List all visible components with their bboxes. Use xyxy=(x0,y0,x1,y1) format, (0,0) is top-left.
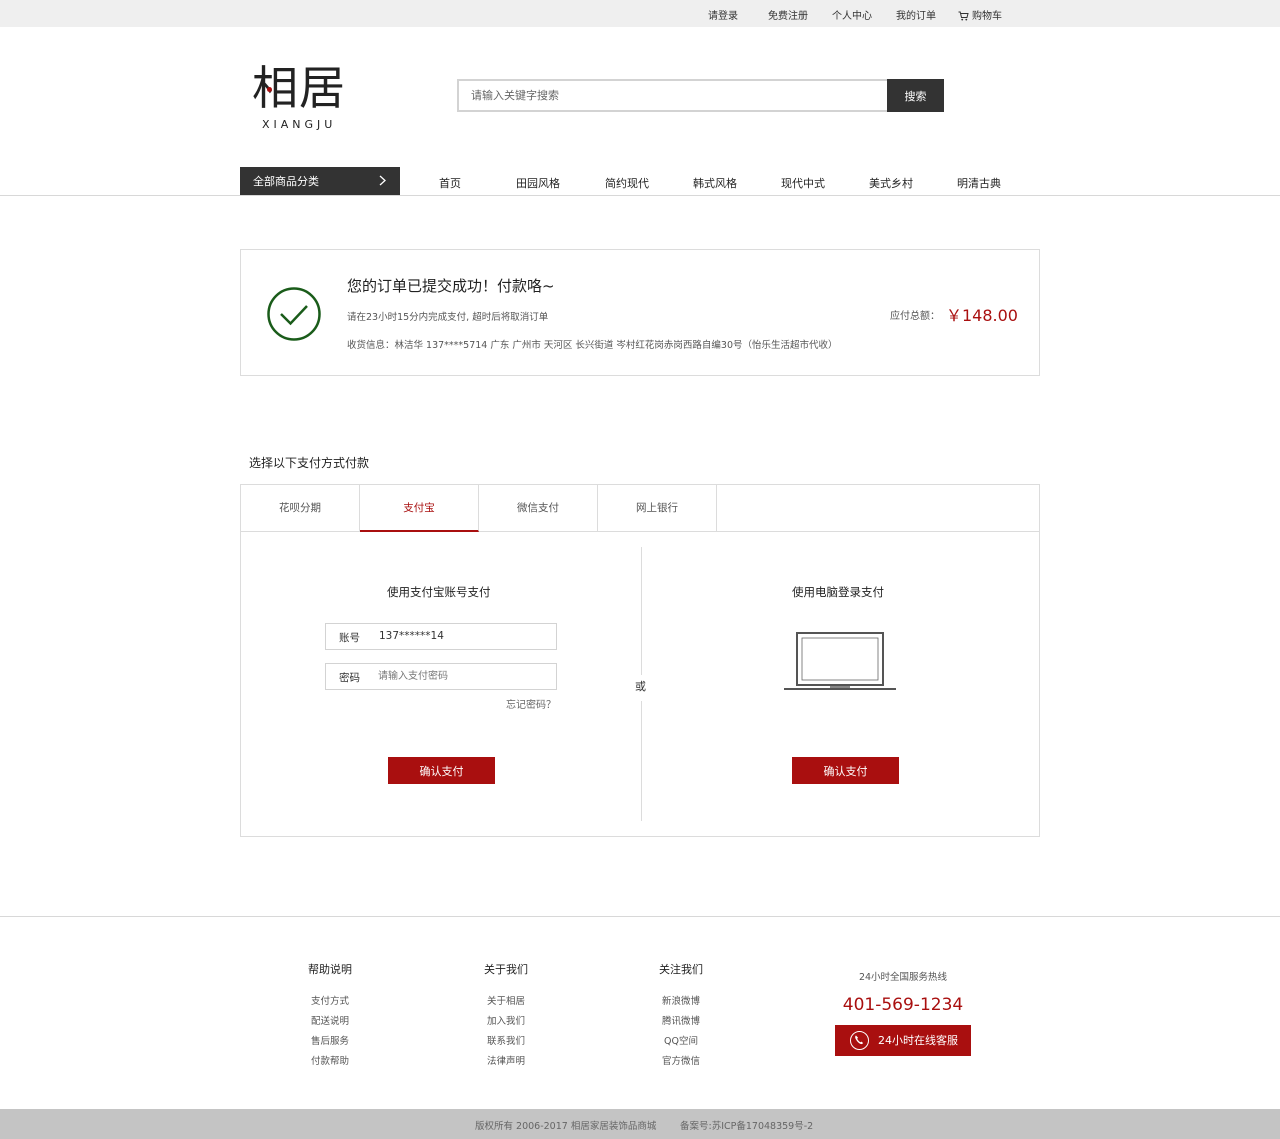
online-service-label: 24小时在线客服 xyxy=(878,1034,958,1047)
confirm-pay-button-account[interactable]: 确认支付 xyxy=(388,757,495,784)
footer: 帮助说明 支付方式 配送说明 售后服务 付款帮助 关于我们 关于相居 加入我们 … xyxy=(0,916,1280,1110)
online-service-button[interactable]: 24小时在线客服 xyxy=(835,1025,971,1056)
copyright-text: 版权所有 2006-2017 相居家居装饰品商城 xyxy=(475,1121,657,1132)
computer-login-title: 使用电脑登录支付 xyxy=(792,585,884,599)
login-link[interactable]: 请登录 xyxy=(708,7,738,22)
order-success-panel: 您的订单已提交成功！付款咯~ 请在23小时15分内完成支付, 超时后将取消订单 … xyxy=(240,249,1040,376)
nav-divider xyxy=(0,195,1280,196)
my-orders-link[interactable]: 我的订单 xyxy=(896,7,936,22)
amount-label: 应付总额： xyxy=(890,311,940,322)
confirm-pay-button-computer[interactable]: 确认支付 xyxy=(792,757,899,784)
shipping-address: 收货信息：林洁华 137****5714 广东 广州市 天河区 长兴街道 岑村红… xyxy=(347,340,838,351)
divider xyxy=(641,701,642,821)
password-input[interactable] xyxy=(378,666,548,687)
tab-wechat-pay[interactable]: 微信支付 xyxy=(479,485,598,531)
nav-item-home[interactable]: 首页 xyxy=(439,175,461,191)
personal-center-link[interactable]: 个人中心 xyxy=(832,7,872,22)
account-field[interactable]: 账号 137******14 xyxy=(325,623,557,650)
cart-label: 购物车 xyxy=(972,11,1002,22)
footer-follow-column: 关注我们 新浪微博 腾讯微博 QQ空间 官方微信 xyxy=(631,961,731,1072)
nav-item-american-country[interactable]: 美式乡村 xyxy=(869,175,913,191)
footer-link[interactable]: 售后服务 xyxy=(280,1032,380,1052)
footer-link[interactable]: 法律声明 xyxy=(456,1052,556,1072)
footer-column-title: 帮助说明 xyxy=(308,963,352,976)
footer-about-column: 关于我们 关于相居 加入我们 联系我们 法律声明 xyxy=(456,961,556,1072)
footer-link[interactable]: QQ空间 xyxy=(631,1032,731,1052)
search-box: 搜索 xyxy=(457,79,944,112)
footer-column-title: 关于我们 xyxy=(484,963,528,976)
hotline-label: 24小时全国服务热线 xyxy=(858,972,948,983)
search-input[interactable] xyxy=(459,81,887,110)
payment-panel: 花呗分期 支付宝 微信支付 网上银行 使用支付宝账号支付 账号 137*****… xyxy=(240,484,1040,837)
footer-help-column: 帮助说明 支付方式 配送说明 售后服务 付款帮助 xyxy=(280,961,380,1072)
hotline-number: 401-569-1234 xyxy=(842,995,964,1015)
cart-icon xyxy=(958,11,969,21)
order-success-title: 您的订单已提交成功！付款咯~ xyxy=(347,277,555,295)
tab-huabei[interactable]: 花呗分期 xyxy=(241,485,360,531)
nav-item-modern-chinese[interactable]: 现代中式 xyxy=(781,175,825,191)
password-field: 密码 xyxy=(325,663,557,690)
tab-online-banking[interactable]: 网上银行 xyxy=(598,485,717,531)
divider xyxy=(641,547,642,675)
register-link[interactable]: 免费注册 xyxy=(768,7,808,22)
phone-icon xyxy=(850,1031,869,1050)
all-categories-label: 全部商品分类 xyxy=(253,175,319,188)
footer-link[interactable]: 付款帮助 xyxy=(280,1052,380,1072)
nav-item-pastoral[interactable]: 田园风格 xyxy=(516,175,560,191)
copyright-bar: 版权所有 2006-2017 相居家居装饰品商城 备案号:苏ICP备170483… xyxy=(0,1109,1280,1139)
nav-item-korean[interactable]: 韩式风格 xyxy=(693,175,737,191)
top-bar: 请登录 免费注册 个人中心 我的订单 购物车 xyxy=(0,0,1280,27)
footer-link[interactable]: 腾讯微博 xyxy=(631,1012,731,1032)
search-button[interactable]: 搜索 xyxy=(887,79,944,112)
footer-link[interactable]: 官方微信 xyxy=(631,1052,731,1072)
all-categories-button[interactable]: 全部商品分类 xyxy=(240,167,400,196)
footer-link[interactable]: 联系我们 xyxy=(456,1032,556,1052)
chevron-right-icon xyxy=(379,167,386,196)
password-label: 密码 xyxy=(339,672,360,684)
logo-dot xyxy=(267,87,272,92)
account-value: 137******14 xyxy=(379,630,444,642)
footer-link[interactable]: 支付方式 xyxy=(280,992,380,1012)
or-label: 或 xyxy=(635,680,646,693)
footer-link[interactable]: 关于相居 xyxy=(456,992,556,1012)
payment-deadline: 请在23小时15分内完成支付, 超时后将取消订单 xyxy=(347,312,549,323)
laptop-icon xyxy=(784,632,896,690)
payment-tabs: 花呗分期 支付宝 微信支付 网上银行 xyxy=(241,485,1039,532)
footer-link[interactable]: 加入我们 xyxy=(456,1012,556,1032)
cart-link[interactable]: 购物车 xyxy=(958,7,1002,22)
account-label: 账号 xyxy=(339,632,360,644)
forgot-password-link[interactable]: 忘记密码？ xyxy=(506,696,556,711)
footer-column-title: 关注我们 xyxy=(659,963,703,976)
alipay-account-title: 使用支付宝账号支付 xyxy=(387,585,491,599)
payment-heading: 选择以下支付方式付款 xyxy=(249,456,370,470)
icp-text: 备案号:苏ICP备17048359号-2 xyxy=(680,1121,814,1132)
success-check-icon xyxy=(267,287,321,341)
footer-link[interactable]: 新浪微博 xyxy=(631,992,731,1012)
logo-text-en: XIANGJU xyxy=(262,118,337,131)
site-logo[interactable]: 相居 XIANGJU xyxy=(252,62,362,138)
nav-item-classical[interactable]: 明清古典 xyxy=(957,175,1001,191)
tab-alipay[interactable]: 支付宝 xyxy=(360,485,479,532)
nav-item-modern-simple[interactable]: 简约现代 xyxy=(605,175,649,191)
amount-value: ￥148.00 xyxy=(946,306,1018,325)
footer-link[interactable]: 配送说明 xyxy=(280,1012,380,1032)
